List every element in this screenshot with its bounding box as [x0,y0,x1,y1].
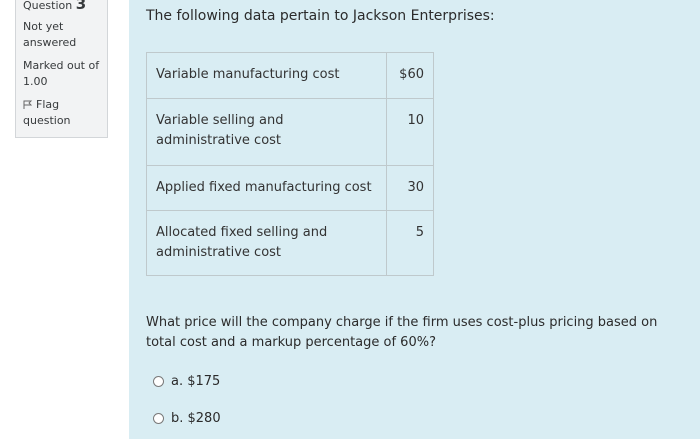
question-text: What price will the company charge if th… [146,315,658,350]
flag-icon[interactable] [23,100,32,109]
question-state: Not yet answered [23,19,107,51]
answer-option-b[interactable]: b. $280 [153,411,221,426]
grade-line-1: Marked out of [23,59,100,72]
question-number-heading: Question 3 [23,0,107,13]
state-line-2: answered [23,36,77,49]
question-grade: Marked out of 1.00 [23,58,107,90]
radio-button[interactable] [153,413,164,424]
option-label[interactable]: b. $280 [171,411,221,426]
row-value: $60 [386,52,434,99]
cost-data-table: Variable manufacturing cost $60 Variable… [145,52,434,276]
option-label[interactable]: a. $175 [171,374,220,389]
row-label: Allocated fixed selling and administrati… [145,210,388,276]
question-label: Question [23,0,73,12]
question-info-panel: Question 3 Not yet answered Marked out o… [15,0,108,138]
row-label: Variable selling and administrative cost [145,98,388,166]
table-row: Allocated fixed selling and administrati… [145,210,434,276]
flag-line-2[interactable]: question [23,113,107,129]
flag-line-1[interactable]: Flag [36,98,59,111]
table-row: Applied fixed manufacturing cost 30 [145,165,434,211]
radio-button[interactable] [153,376,164,387]
question-intro: The following data pertain to Jackson En… [146,8,495,24]
row-value: 30 [386,165,434,211]
table-row: Variable selling and administrative cost… [145,98,434,166]
row-label: Variable manufacturing cost [145,52,388,99]
row-value: 10 [386,98,434,166]
flag-question-link[interactable]: Flag question [23,97,107,129]
row-value: 5 [386,210,434,276]
table-row: Variable manufacturing cost $60 [145,52,434,99]
state-line-1: Not yet [23,20,64,33]
question-number: 3 [75,0,87,13]
question-content: The following data pertain to Jackson En… [129,0,700,439]
answer-option-a[interactable]: a. $175 [153,374,220,389]
row-label: Applied fixed manufacturing cost [145,165,388,211]
grade-line-2: 1.00 [23,75,48,88]
